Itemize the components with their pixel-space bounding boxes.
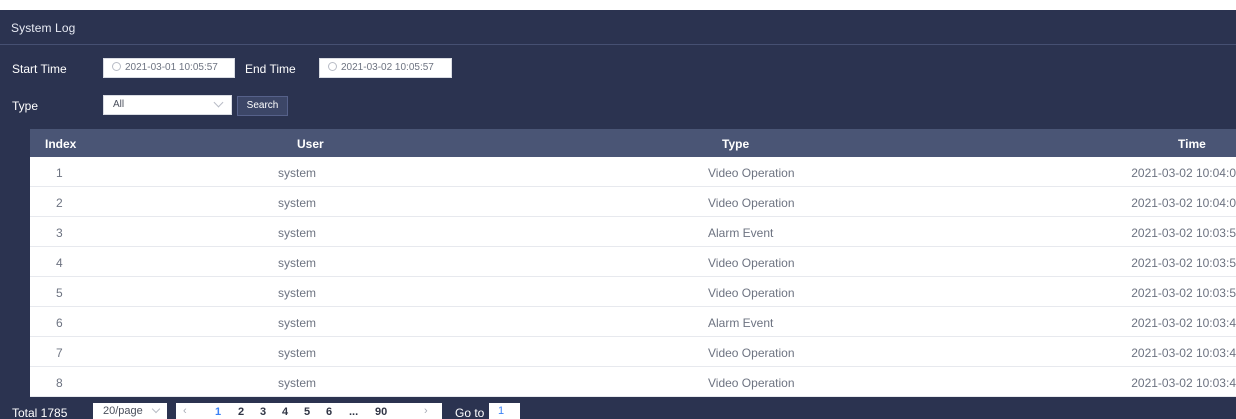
search-button[interactable]: Search: [237, 96, 288, 116]
table-row[interactable]: 3 system Alarm Event 2021-03-02 10:03:5: [30, 217, 1236, 247]
cell-time: 2021-03-02 10:03:5: [1131, 256, 1236, 270]
cell-user: system: [278, 346, 317, 360]
cell-index: 2: [56, 196, 63, 210]
cell-user: system: [278, 256, 317, 270]
end-time-value: 2021-03-02 10:05:57: [341, 62, 434, 73]
start-time-label: Start Time: [12, 62, 67, 76]
cell-type: Video Operation: [708, 256, 795, 270]
table-row[interactable]: 1 system Video Operation 2021-03-02 10:04:0: [30, 157, 1236, 187]
header-index[interactable]: Index: [45, 137, 76, 151]
cell-type: Video Operation: [708, 376, 795, 390]
cell-user: system: [278, 196, 317, 210]
table-row[interactable]: 2 system Video Operation 2021-03-02 10:04:0: [30, 187, 1236, 217]
total-count: Total 1785: [12, 406, 68, 419]
cell-type: Video Operation: [708, 346, 795, 360]
header-user[interactable]: User: [297, 137, 324, 151]
cell-index: 8: [56, 376, 63, 390]
cell-user: system: [278, 226, 317, 240]
cell-type: Video Operation: [708, 166, 795, 180]
log-table: Index User Type Time 1 system Video Operat…: [30, 129, 1236, 397]
table-row[interactable]: 6 system Alarm Event 2021-03-02 10:03:4: [30, 307, 1236, 337]
page-6[interactable]: 6: [326, 406, 332, 418]
page-size-select[interactable]: 20/page: [93, 403, 167, 419]
cell-user: system: [278, 376, 317, 390]
title-bar: System Log: [0, 10, 1236, 45]
table-body: 1 system Video Operation 2021-03-02 10:04:0…: [30, 157, 1236, 397]
cell-time: 2021-03-02 10:03:5: [1131, 226, 1236, 240]
cell-time: 2021-03-02 10:03:5: [1131, 286, 1236, 300]
cell-time: 2021-03-02 10:03:4: [1131, 346, 1236, 360]
type-label: Type: [12, 99, 39, 113]
cell-time: 2021-03-02 10:03:4: [1131, 316, 1236, 330]
table-row[interactable]: 5 system Video Operation 2021-03-02 10:03:5: [30, 277, 1236, 307]
cell-index: 6: [56, 316, 63, 330]
cell-time: 2021-03-02 10:04:0: [1131, 166, 1236, 180]
start-time-input[interactable]: 2021-03-01 10:05:57: [103, 58, 235, 78]
chevron-down-icon: [151, 404, 161, 414]
page-title: System Log: [11, 21, 76, 35]
page-4[interactable]: 4: [282, 406, 288, 418]
cell-index: 5: [56, 286, 63, 300]
end-time-input[interactable]: 2021-03-02 10:05:57: [319, 58, 452, 78]
cell-type: Video Operation: [708, 196, 795, 210]
type-select-value: All: [113, 99, 125, 110]
cell-type: Alarm Event: [708, 316, 774, 330]
page-numbers: ‹ 1 2 3 4 5 6 ... 90 ›: [176, 403, 442, 419]
cell-user: system: [278, 286, 317, 300]
cell-time: 2021-03-02 10:03:4: [1131, 376, 1236, 390]
clock-icon: [112, 62, 121, 71]
goto-label: Go to: [455, 406, 485, 419]
table-header: Index User Type Time: [30, 129, 1236, 157]
start-time-value: 2021-03-01 10:05:57: [125, 62, 218, 73]
page-1[interactable]: 1: [215, 406, 221, 418]
page-3[interactable]: 3: [260, 406, 266, 418]
cell-user: system: [278, 316, 317, 330]
page-5[interactable]: 5: [304, 406, 310, 418]
cell-type: Video Operation: [708, 286, 795, 300]
goto-page-input[interactable]: 1: [489, 403, 520, 419]
cell-user: system: [278, 166, 317, 180]
table-row[interactable]: 7 system Video Operation 2021-03-02 10:03:4: [30, 337, 1236, 367]
page-2[interactable]: 2: [238, 406, 244, 418]
type-select[interactable]: All: [103, 95, 232, 115]
page-90[interactable]: 90: [375, 406, 387, 418]
header-type[interactable]: Type: [722, 137, 749, 151]
cell-time: 2021-03-02 10:04:0: [1131, 196, 1236, 210]
header-time[interactable]: Time: [1178, 137, 1206, 151]
end-time-label: End Time: [245, 62, 296, 76]
next-page-icon[interactable]: ›: [424, 405, 428, 417]
table-row[interactable]: 4 system Video Operation 2021-03-02 10:03:5: [30, 247, 1236, 277]
cell-index: 3: [56, 226, 63, 240]
pagination: Total 1785 20/page ‹ 1 2 3 4 5 6 ... 90 …: [0, 401, 1236, 419]
cell-index: 4: [56, 256, 63, 270]
cell-type: Alarm Event: [708, 226, 774, 240]
chevron-down-icon: [213, 97, 224, 108]
table-row[interactable]: 8 system Video Operation 2021-03-02 10:03:4: [30, 367, 1236, 397]
page-ellipsis[interactable]: ...: [349, 406, 358, 418]
cell-index: 7: [56, 346, 63, 360]
clock-icon: [328, 62, 337, 71]
cell-index: 1: [56, 166, 63, 180]
prev-page-icon[interactable]: ‹: [183, 405, 187, 417]
page-size-value: 20/page: [103, 405, 143, 417]
